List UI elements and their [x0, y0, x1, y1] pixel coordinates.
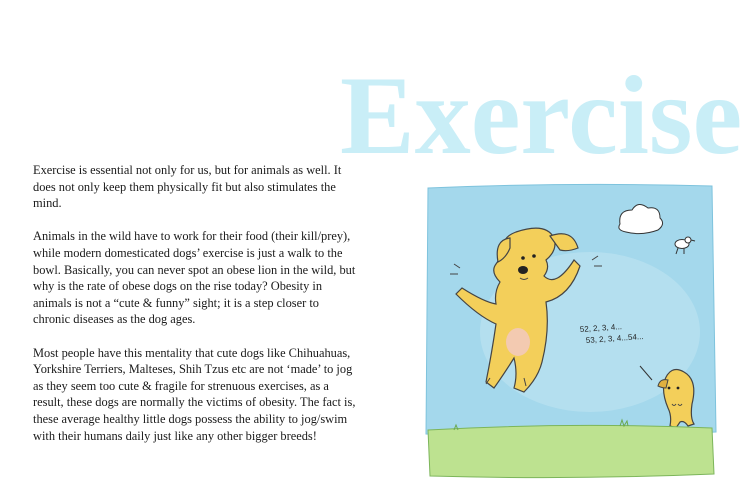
- page-title: Exercise: [340, 54, 743, 178]
- paragraph-intro: Exercise is essential not only for us, b…: [33, 163, 342, 211]
- watercolor-illustration: 52, 2, 3, 4... 53, 2, 3, 4...54...: [420, 182, 720, 482]
- illustration-canvas: 52, 2, 3, 4... 53, 2, 3, 4...54...: [425, 183, 717, 479]
- paragraph-small-dogs: Most people have this mentality that cut…: [33, 345, 356, 443]
- article-body: Exercise is essential not only for us, b…: [33, 162, 358, 461]
- paragraph-wild-animals: Animals in the wild have to work for the…: [33, 229, 356, 327]
- grass-ground: [427, 424, 715, 479]
